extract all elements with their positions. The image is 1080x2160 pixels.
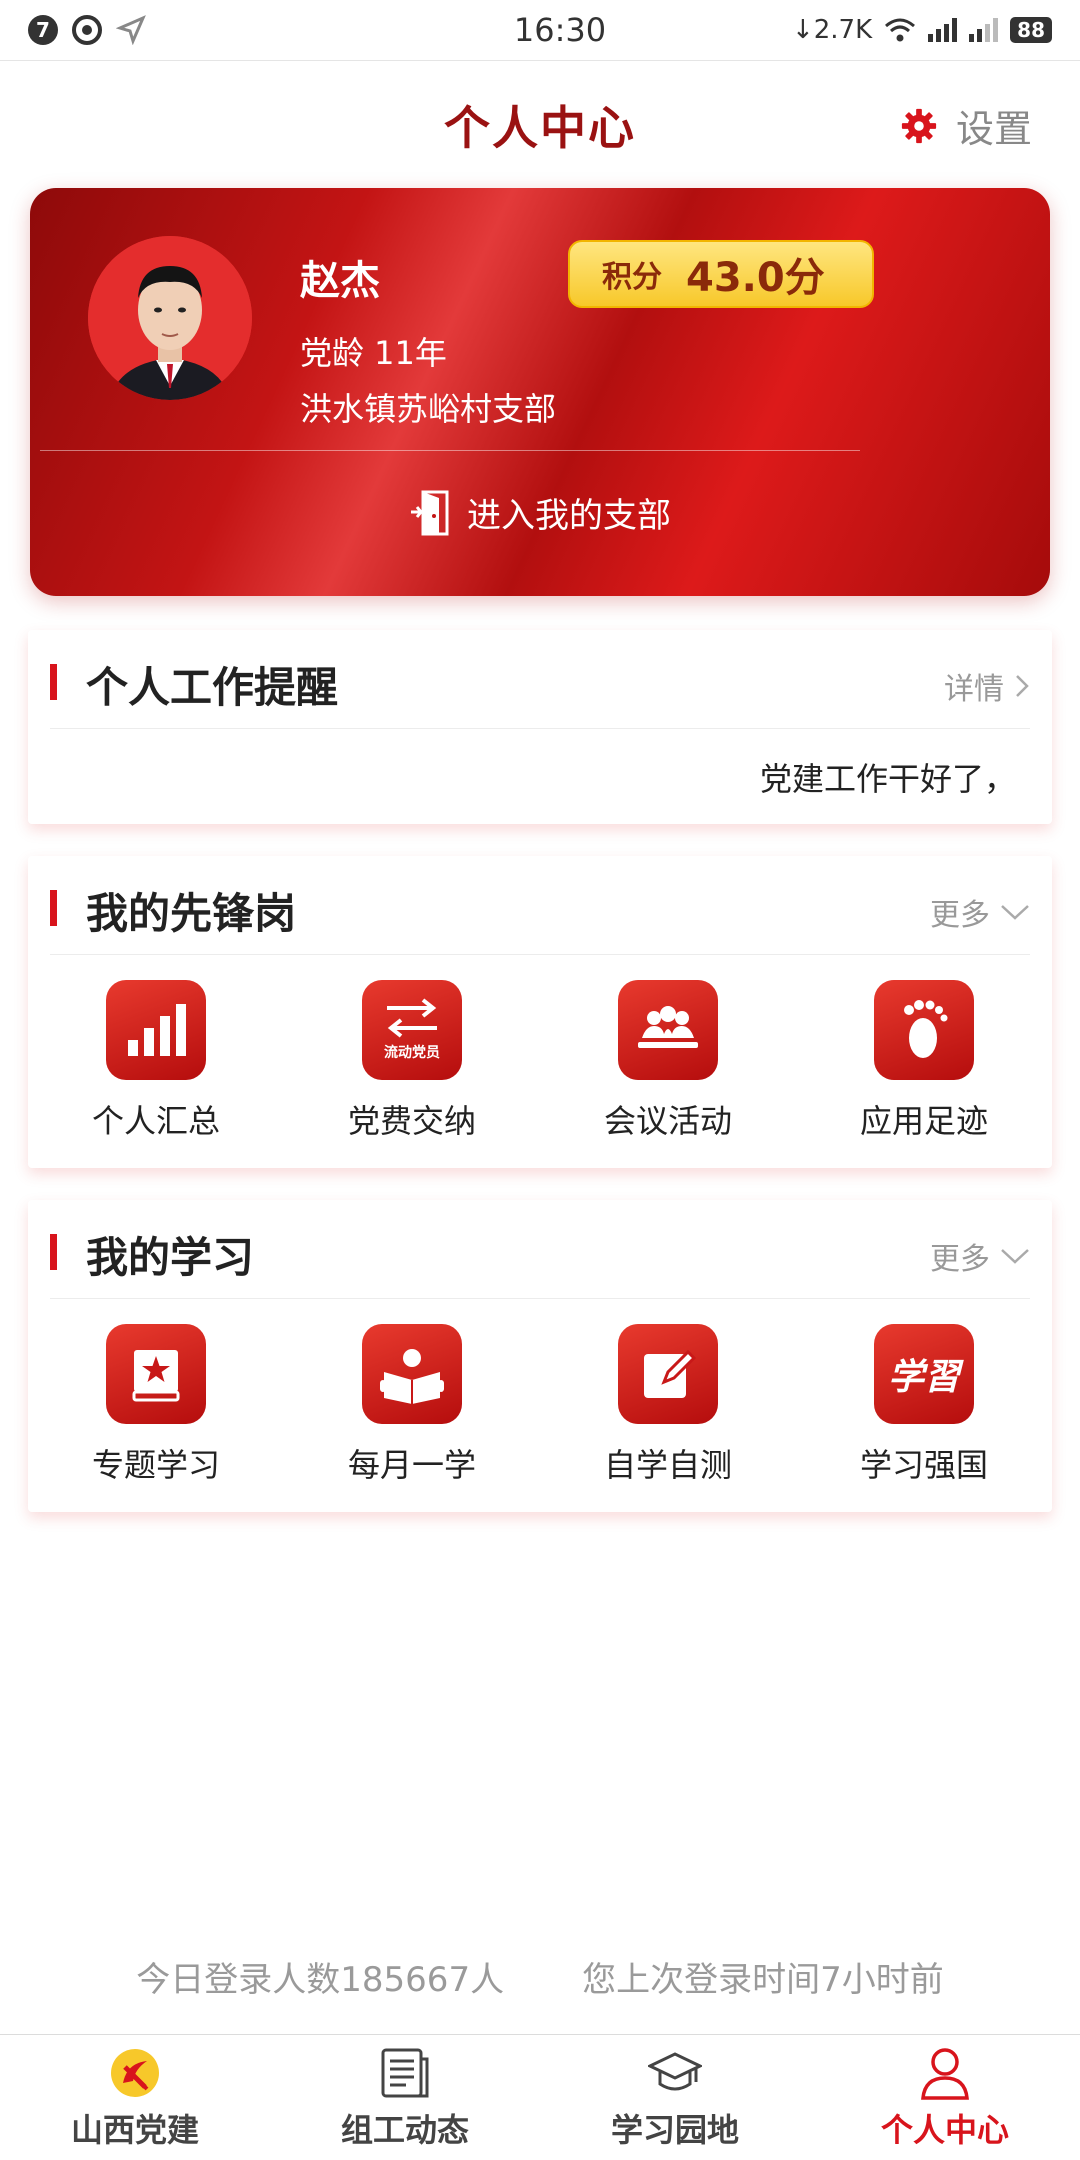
status-time: 16:30 bbox=[513, 11, 607, 49]
card-divider bbox=[40, 450, 860, 451]
avatar-portrait bbox=[88, 236, 252, 400]
section-accent-bar bbox=[50, 1234, 57, 1270]
section-divider bbox=[50, 728, 1030, 729]
icon-label: 个人汇总 bbox=[91, 1102, 220, 1140]
section-title: 我的学习 bbox=[86, 1233, 255, 1282]
location-arrow-icon bbox=[116, 15, 146, 45]
notification-count-icon: 7 bbox=[28, 15, 58, 45]
signal-icon-2 bbox=[969, 18, 999, 42]
self-test-button[interactable]: 自学自测 bbox=[540, 1324, 796, 1486]
last-login-time: 您上次登录时间7小时前 bbox=[582, 1960, 944, 2000]
monthly-study-button[interactable]: 每月一学 bbox=[284, 1324, 540, 1486]
more-label: 更多 bbox=[930, 1242, 990, 1277]
section-title: 个人工作提醒 bbox=[86, 663, 339, 712]
nav-tab-org-news[interactable]: 组工动态 bbox=[270, 2035, 540, 2160]
nav-label: 组工动态 bbox=[340, 2111, 469, 2149]
signal-icon bbox=[928, 18, 958, 42]
gear-icon bbox=[901, 108, 937, 143]
graduation-cap-icon bbox=[647, 2045, 703, 2101]
battery-level: 88 bbox=[1010, 17, 1052, 43]
net-speed: ↓2.7K bbox=[791, 15, 873, 45]
nav-tab-shanxi-party[interactable]: 山西党建 bbox=[0, 2035, 270, 2160]
section-accent-bar bbox=[50, 890, 57, 926]
section-divider bbox=[50, 1298, 1030, 1299]
branch-name: 洪水镇苏峪村支部 bbox=[300, 390, 557, 428]
login-stats: 今日登录人数185667人 您上次登录时间7小时前 bbox=[0, 1952, 1080, 2001]
door-icon bbox=[411, 490, 449, 535]
footprint-icon bbox=[874, 980, 974, 1080]
chevron-down-icon bbox=[1001, 1249, 1029, 1264]
nav-label: 山西党建 bbox=[70, 2111, 199, 2149]
icon-label: 专题学习 bbox=[91, 1446, 220, 1484]
party-dues-button[interactable]: 流动党员 党费交纳 bbox=[284, 980, 540, 1142]
meeting-icon bbox=[618, 980, 718, 1080]
icon-label: 党费交纳 bbox=[347, 1102, 476, 1140]
details-link[interactable]: 详情 bbox=[944, 664, 1030, 708]
nav-label: 个人中心 bbox=[880, 2111, 1009, 2149]
icon-label: 自学自测 bbox=[603, 1446, 732, 1484]
nav-label: 学习园地 bbox=[610, 2111, 739, 2149]
xuexi-logo-glyph: 学習 bbox=[887, 1356, 960, 1398]
user-name: 赵杰 bbox=[300, 258, 380, 304]
reminder-text[interactable]: 党建工作干好了， bbox=[760, 754, 1016, 800]
xuexi-qiangguo-button[interactable]: 学習 学习强国 bbox=[796, 1324, 1052, 1486]
login-count: 今日登录人数185667人 bbox=[136, 1960, 505, 2000]
xuexi-logo-icon: 学習 bbox=[874, 1324, 974, 1424]
more-toggle[interactable]: 更多 bbox=[930, 1234, 1030, 1278]
avatar[interactable] bbox=[88, 236, 252, 400]
icon-label: 会议活动 bbox=[603, 1102, 732, 1140]
enter-branch-button[interactable]: 进入我的支部 bbox=[30, 488, 1050, 537]
section-title: 我的先锋岗 bbox=[86, 889, 297, 938]
status-bar: 7 16:30 ↓2.7K 88 bbox=[0, 0, 1080, 60]
nav-tab-personal-center[interactable]: 个人中心 bbox=[810, 2035, 1080, 2160]
personal-summary-button[interactable]: 个人汇总 bbox=[28, 980, 284, 1142]
score-value: 43.0分 bbox=[686, 255, 825, 301]
profile-card: 赵杰 积分 43.0分 党龄 11年 洪水镇苏峪村支部 进入我的支部 bbox=[30, 188, 1050, 596]
section-accent-bar bbox=[50, 664, 57, 700]
transfer-sublabel: 流动党员 bbox=[384, 1045, 440, 1061]
nav-tab-study-garden[interactable]: 学习园地 bbox=[540, 2035, 810, 2160]
settings-button[interactable]: 设置 bbox=[900, 98, 1032, 153]
transfer-icon: 流动党员 bbox=[362, 980, 462, 1080]
more-label: 更多 bbox=[930, 898, 990, 933]
icon-label: 每月一学 bbox=[347, 1446, 476, 1484]
score-label: 积分 bbox=[602, 260, 662, 295]
chevron-down-icon bbox=[1001, 905, 1029, 920]
more-toggle[interactable]: 更多 bbox=[930, 890, 1030, 934]
settings-label: 设置 bbox=[955, 107, 1032, 151]
reading-icon bbox=[362, 1324, 462, 1424]
topic-study-button[interactable]: 专题学习 bbox=[28, 1324, 284, 1486]
bottom-nav: 山西党建 组工动态 学习园地 个人中心 bbox=[0, 2034, 1080, 2160]
vanguard-section: 我的先锋岗 更多 个人汇总 流动党员 党费交纳 会议活动 应用足迹 bbox=[28, 856, 1052, 1168]
bar-chart-icon bbox=[106, 980, 206, 1080]
news-icon bbox=[377, 2045, 433, 2101]
wifi-icon bbox=[885, 18, 916, 42]
section-divider bbox=[50, 954, 1030, 955]
details-label: 详情 bbox=[944, 672, 1004, 707]
edit-icon bbox=[618, 1324, 718, 1424]
party-age: 党龄 11年 bbox=[300, 334, 447, 372]
party-emblem-icon bbox=[107, 2045, 163, 2101]
work-reminder-section: 个人工作提醒 详情 党建工作干好了， bbox=[28, 630, 1052, 824]
record-icon bbox=[72, 15, 102, 45]
page-header: 个人中心 设置 bbox=[0, 60, 1080, 190]
person-icon bbox=[917, 2045, 973, 2101]
chevron-right-icon bbox=[1016, 675, 1029, 697]
icon-label: 学习强国 bbox=[859, 1446, 988, 1484]
icon-label: 应用足迹 bbox=[859, 1102, 988, 1140]
star-book-icon bbox=[106, 1324, 206, 1424]
app-footprint-button[interactable]: 应用足迹 bbox=[796, 980, 1052, 1142]
score-badge[interactable]: 积分 43.0分 bbox=[568, 240, 874, 308]
study-section: 我的学习 更多 专题学习 每月一学 自学自测 学習 学习强国 bbox=[28, 1200, 1052, 1512]
enter-branch-label: 进入我的支部 bbox=[467, 496, 671, 536]
meeting-activity-button[interactable]: 会议活动 bbox=[540, 980, 796, 1142]
